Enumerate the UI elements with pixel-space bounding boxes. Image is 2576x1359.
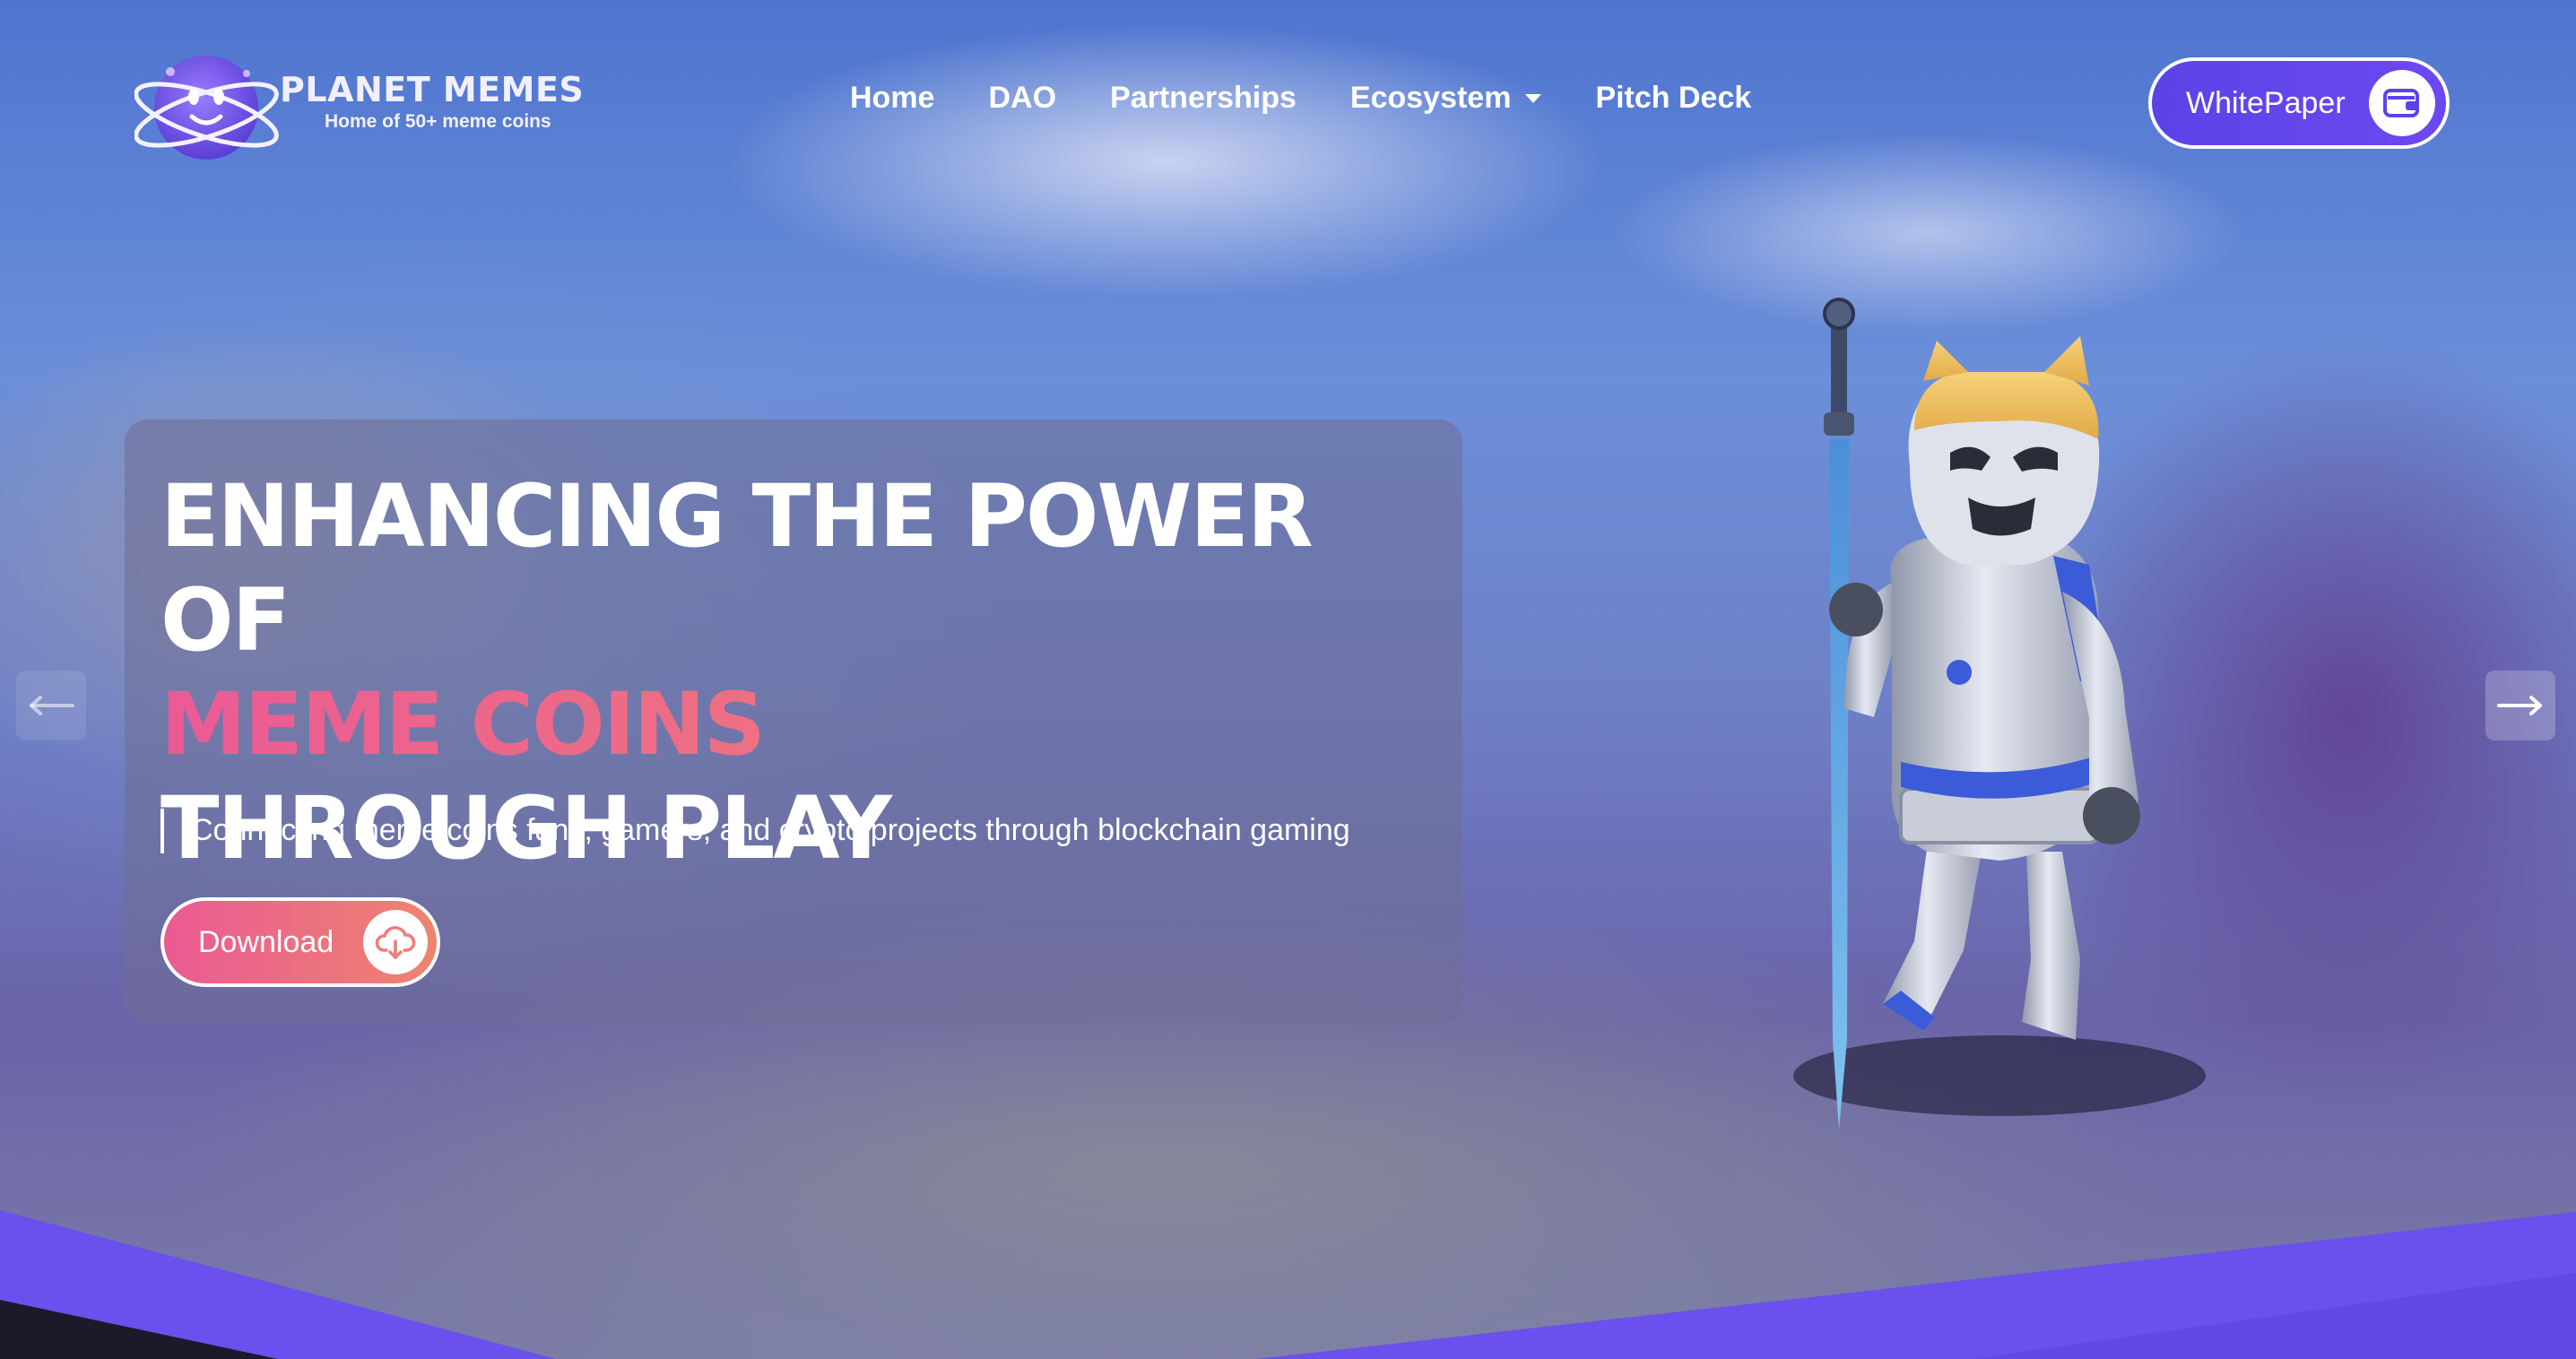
hero-section: PLANET MEMES Home of 50+ meme coins Home… [0,0,2576,1359]
brand-name: PLANET MEMES [280,70,585,110]
nav-item-pitch-deck[interactable]: Pitch Deck [1595,81,1751,116]
hero-subtitle: Connecting meme coins fans, gamers, and … [160,809,1350,853]
nav-item-partnerships[interactable]: Partnerships [1110,81,1297,116]
nav-label: Home [850,81,935,115]
shiba-knight-illustration [1793,298,2206,1130]
arrow-left-icon [30,696,74,715]
nav-label: DAO [988,81,1057,115]
nav-label: Pitch Deck [1595,81,1752,115]
nav-item-dao[interactable]: DAO [988,81,1056,116]
headline-line-2: MEME COINS [160,672,1462,776]
nav-item-ecosystem[interactable]: Ecosystem [1350,81,1542,116]
nav-label: Partnerships [1110,81,1297,115]
cloud-download-icon [363,910,428,974]
brand-tagline: Home of 50+ meme coins [325,110,551,132]
planet-logo-icon [134,38,287,172]
main-nav: Home DAO Partnerships Ecosystem Pitch De… [850,81,1805,116]
whitepaper-button[interactable]: WhitePaper [2148,57,2450,149]
carousel-prev-button[interactable] [16,671,86,740]
carousel-next-button[interactable] [2485,671,2555,740]
caret-down-icon [1525,93,1542,103]
wallet-icon [2369,70,2435,136]
hero-card: ENHANCING THE POWER OF MEME COINS THROUG… [125,420,1462,1024]
download-button[interactable]: Download [160,897,440,987]
whitepaper-label: WhitePaper [2186,85,2346,120]
headline-line-1: ENHANCING THE POWER OF [160,466,1314,671]
nav-label: Ecosystem [1349,81,1512,115]
arrow-right-icon [2497,696,2542,715]
download-label: Download [198,924,334,959]
brand-logo[interactable]: PLANET MEMES Home of 50+ meme coins [134,38,584,172]
nav-item-home[interactable]: Home [850,81,934,116]
